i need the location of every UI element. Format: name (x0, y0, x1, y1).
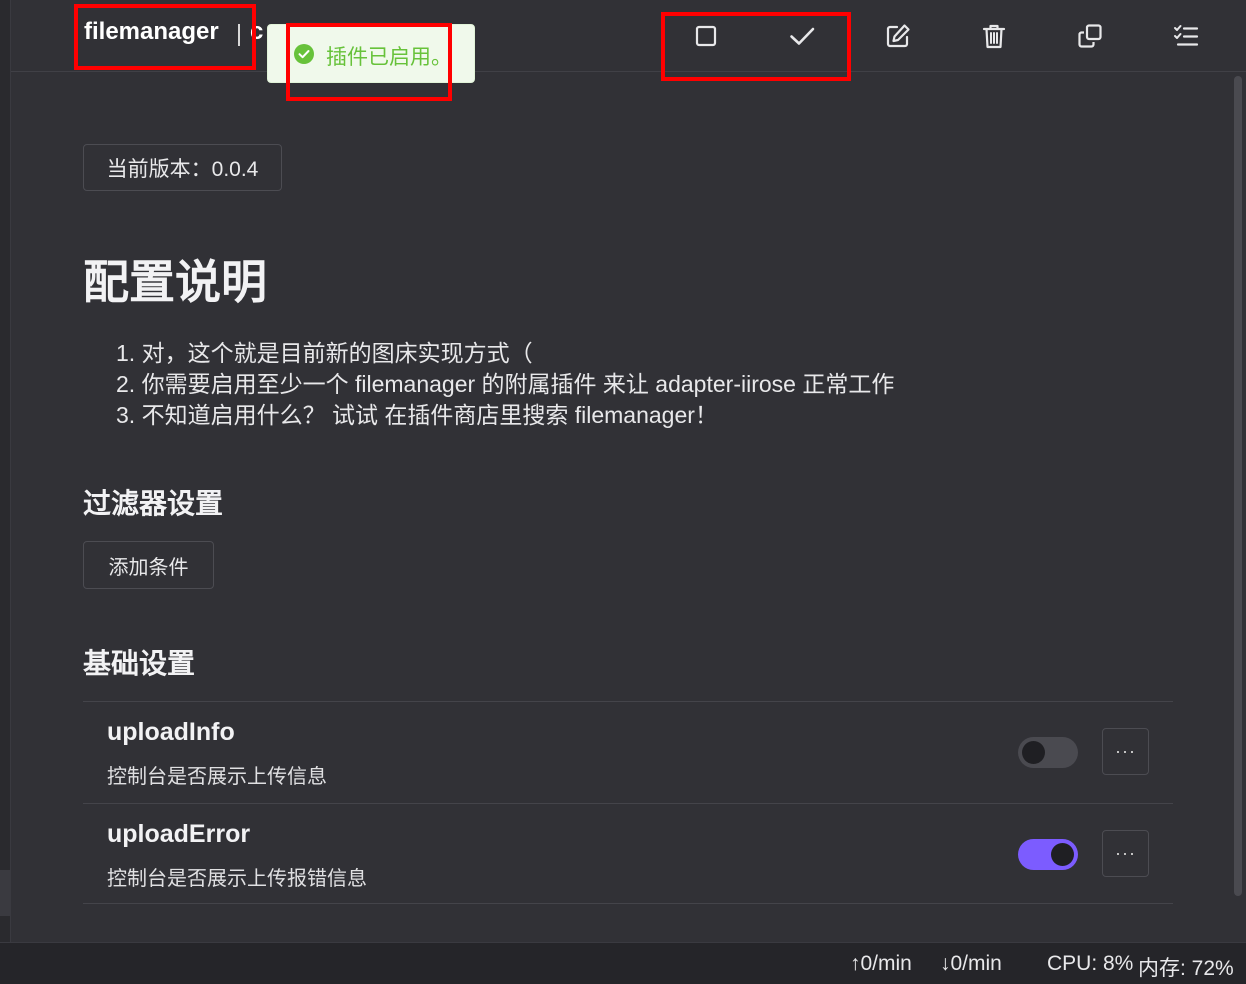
filter-section-title: 过滤器设置 (83, 488, 224, 519)
more-options-button[interactable]: ··· (1102, 830, 1149, 877)
success-toast: 插件已启用。 (267, 24, 475, 83)
copy-icon (1078, 24, 1102, 48)
setting-hint: 控制台是否展示上传报错信息 (107, 868, 367, 890)
check-circle-icon (294, 44, 314, 64)
setting-key: uploadError (107, 820, 251, 848)
title-separator (238, 24, 240, 46)
memory-usage: 内存: 72% (1138, 957, 1234, 980)
download-rate-value: 0/min (950, 952, 1002, 975)
square-icon (695, 25, 717, 47)
edit-button[interactable] (878, 16, 918, 56)
basic-section-title: 基础设置 (83, 648, 196, 679)
description-list: 1. 对，这个就是目前新的图床实现方式（ 2. 你需要启用至少一个 filema… (116, 338, 894, 431)
activity-bar-handle[interactable] (0, 870, 10, 916)
setting-key: uploadInfo (107, 718, 235, 746)
list-item: 1. 对，这个就是目前新的图床实现方式（ (116, 340, 533, 366)
check-icon (790, 27, 815, 45)
version-badge: 当前版本：0.0.4 (83, 144, 282, 191)
toggle-knob (1051, 843, 1074, 866)
page-title: 配置说明 (83, 256, 267, 308)
setting-hint: 控制台是否展示上传信息 (107, 766, 327, 788)
toast-message: 插件已启用。 (326, 46, 452, 69)
trash-icon (982, 24, 1006, 49)
checklist-icon (1174, 25, 1199, 46)
toggle-knob (1022, 741, 1045, 764)
list-item: 2. 你需要启用至少一个 filemanager 的附属插件 来让 adapte… (116, 371, 895, 397)
download-rate: ↓0/min (940, 952, 1002, 976)
plugin-title-text: filemanager (84, 18, 219, 45)
activity-bar (0, 0, 11, 942)
uploadinfo-toggle[interactable] (1018, 737, 1078, 768)
list-button[interactable] (1166, 16, 1206, 56)
delete-button[interactable] (974, 16, 1014, 56)
plugin-title: filemanager (84, 18, 219, 46)
uploaderror-toggle[interactable] (1018, 839, 1078, 870)
plugin-title-rest: c (250, 18, 264, 45)
add-condition-button[interactable]: 添加条件 (83, 541, 214, 589)
arrow-up-icon: ↑ (850, 952, 861, 975)
scrollbar[interactable] (1234, 76, 1242, 896)
copy-button[interactable] (1070, 16, 1110, 56)
stop-button[interactable] (686, 16, 726, 56)
setting-row-uploadinfo: uploadInfo 控制台是否展示上传信息 ··· (83, 701, 1173, 802)
settings-divider (83, 903, 1173, 904)
enable-button[interactable] (782, 16, 822, 56)
arrow-down-icon: ↓ (940, 952, 951, 975)
cpu-usage: CPU: 8% (1047, 952, 1134, 975)
upload-rate: ↑0/min (850, 952, 912, 976)
upload-rate-value: 0/min (860, 952, 912, 975)
edit-icon (886, 24, 910, 48)
status-bar: ↑0/min ↓0/min CPU: 8% 内存: 72% (0, 942, 1246, 984)
setting-row-uploaderror: uploadError 控制台是否展示上传报错信息 ··· (83, 803, 1173, 904)
list-item: 3. 不知道启用什么？ 试试 在插件商店里搜索 filemanager！ (116, 402, 718, 428)
more-options-button[interactable]: ··· (1102, 728, 1149, 775)
